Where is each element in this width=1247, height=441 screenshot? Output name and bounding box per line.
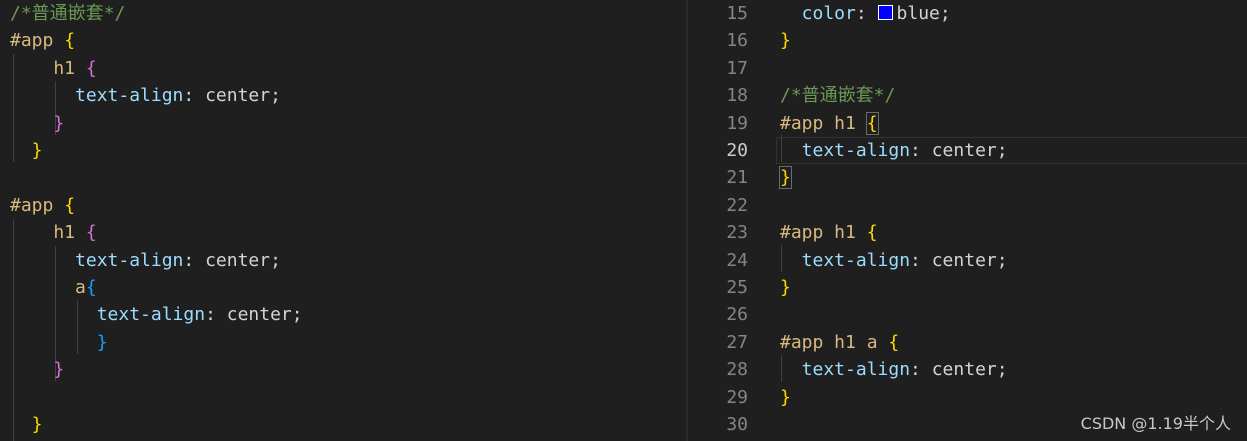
code-token: blue; [896, 3, 951, 24]
code-token: a [10, 277, 86, 298]
code-line[interactable]: #app { [10, 27, 75, 54]
code-line[interactable]: /*普通嵌套*/ [780, 82, 895, 109]
line-number[interactable]: 25 [688, 274, 748, 301]
code-token: text-align [10, 85, 184, 107]
code-token: } [10, 140, 43, 161]
code-line[interactable]: h1 { [10, 55, 97, 82]
code-line[interactable]: a{ [10, 274, 97, 301]
code-line[interactable]: /*普通嵌套*/ [10, 0, 125, 27]
code-line[interactable]: #app h1 a { [780, 329, 899, 356]
code-token: } [780, 386, 791, 408]
code-line[interactable]: text-align: center; [10, 301, 303, 328]
code-line[interactable]: text-align: center; [10, 82, 281, 109]
code-token: : center; [910, 359, 1008, 381]
code-token: text-align [780, 249, 911, 271]
code-token: text-align [10, 249, 184, 271]
code-token: : [855, 3, 878, 24]
code-line[interactable]: h1 { [10, 219, 97, 246]
code-line[interactable]: } [10, 411, 43, 438]
code-token: } [780, 277, 791, 298]
code-token: : center; [910, 249, 1008, 271]
line-number[interactable]: 17 [688, 55, 748, 82]
code-token: { [64, 194, 76, 216]
code-line[interactable]: } [10, 137, 43, 164]
code-line[interactable]: text-align: center; [10, 247, 281, 274]
line-number[interactable]: 24 [688, 247, 748, 274]
code-line[interactable]: } [10, 110, 64, 137]
code-line[interactable]: #app { [10, 192, 75, 219]
code-line[interactable]: text-align: center; [780, 356, 1008, 383]
code-token: { [865, 111, 879, 135]
code-token: /*普通嵌套*/ [780, 85, 896, 107]
code-token: { [85, 222, 97, 244]
line-number[interactable]: 19 [688, 110, 748, 137]
code-line[interactable]: text-align: center; [780, 137, 1008, 164]
code-token: text-align [780, 140, 911, 161]
code-token: : center; [183, 85, 281, 107]
code-line[interactable]: #app h1 { [780, 219, 878, 246]
code-token: #app [10, 30, 65, 52]
line-number[interactable]: 20 [688, 137, 748, 164]
code-token: color [780, 3, 856, 24]
code-token: { [64, 30, 76, 52]
code-token: #app [10, 194, 65, 216]
line-number[interactable]: 30 [688, 411, 748, 438]
code-token: /*普通嵌套*/ [10, 3, 126, 24]
line-number[interactable]: 16 [688, 27, 748, 54]
code-token: : center; [910, 140, 1008, 161]
line-number[interactable]: 29 [688, 384, 748, 411]
code-token: text-align [780, 359, 911, 381]
line-number[interactable]: 22 [688, 192, 748, 219]
code-token: } [10, 331, 108, 353]
code-token: } [779, 166, 792, 190]
code-line[interactable]: color: blue; [780, 0, 951, 27]
code-token: : center; [183, 249, 281, 271]
code-line[interactable]: text-align: center; [780, 247, 1008, 274]
code-token: #app h1 [780, 222, 867, 244]
line-number[interactable]: 23 [688, 219, 748, 246]
code-token: { [85, 277, 97, 298]
code-token: { [85, 57, 97, 79]
code-token: { [866, 222, 878, 244]
code-token: h1 [10, 222, 86, 244]
line-number[interactable]: 15 [688, 0, 748, 27]
code-token: : center; [205, 304, 303, 326]
code-token: { [888, 331, 900, 353]
watermark: CSDN @1.19半个人 [1080, 414, 1231, 433]
code-token: } [780, 30, 791, 52]
code-token: h1 [10, 57, 86, 79]
line-number[interactable]: 27 [688, 329, 748, 356]
right-editor-pane[interactable]: 15 color: blue; 16} 17 18 /*普通嵌套*/ 19 #app h1 … [688, 0, 1247, 441]
code-token: text-align [10, 304, 206, 326]
code-token: } [10, 359, 65, 381]
code-token: #app h1 a [780, 331, 889, 353]
left-editor-pane[interactable]: /*普通嵌套*/#app { h1 { text-align: center; … [0, 0, 686, 441]
code-line[interactable]: } [780, 384, 791, 411]
code-line[interactable]: #app h1 { [780, 110, 879, 137]
code-line[interactable]: } [780, 274, 791, 301]
code-line[interactable]: } [10, 356, 64, 383]
code-line[interactable]: } [780, 27, 791, 54]
code-token: #app h1 [780, 112, 867, 134]
code-line[interactable]: } [779, 164, 792, 191]
line-number[interactable]: 18 [688, 82, 748, 109]
color-swatch-icon[interactable] [877, 5, 893, 20]
line-number[interactable]: 26 [688, 301, 748, 328]
code-token: } [10, 414, 43, 435]
line-number[interactable]: 21 [688, 164, 748, 191]
line-number[interactable]: 28 [688, 356, 748, 383]
code-token: } [10, 112, 65, 134]
code-line[interactable]: } [10, 329, 108, 356]
